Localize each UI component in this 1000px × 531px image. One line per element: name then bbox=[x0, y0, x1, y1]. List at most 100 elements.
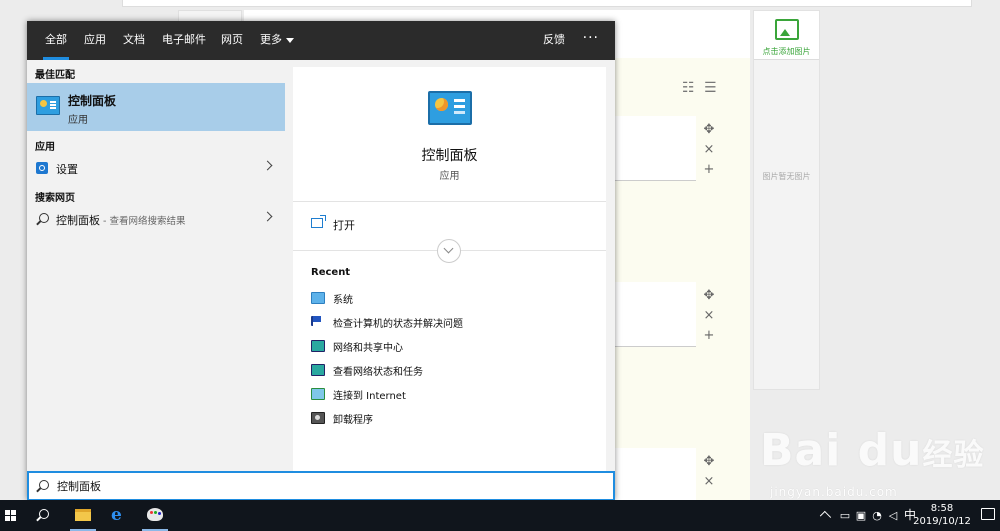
web-heading: 搜索网页 bbox=[35, 193, 75, 204]
results-list: 最佳匹配 控制面板 应用 应用 设置 搜索网页 控制面板 - 查看网络搜索结果 bbox=[27, 60, 285, 500]
folder-icon bbox=[75, 509, 91, 521]
add-image-label: 点击添加图片 bbox=[762, 47, 811, 56]
no-image-text: 图片暂无图片 bbox=[762, 172, 811, 181]
ordered-list-icon[interactable]: ☷ bbox=[682, 80, 695, 96]
add-step-icon[interactable]: + bbox=[700, 328, 718, 343]
web-result-query: 控制面板 bbox=[56, 214, 100, 227]
taskbar-search-button[interactable] bbox=[32, 500, 58, 531]
start-search-panel: 全部 应用 文档 电子邮件 网页 更多 反馈 ··· 最佳匹配 控制面板 应用 … bbox=[27, 21, 615, 500]
app-item-label: 设置 bbox=[56, 163, 78, 176]
tab-apps[interactable]: 应用 bbox=[84, 21, 106, 60]
monitor-icon bbox=[311, 292, 325, 304]
recent-item[interactable]: 连接到 Internet bbox=[311, 385, 601, 405]
action-center-icon[interactable] bbox=[981, 508, 995, 520]
delete-step-icon[interactable]: × bbox=[700, 474, 718, 489]
gear-icon bbox=[36, 162, 48, 174]
network-icon bbox=[311, 364, 325, 376]
open-button[interactable]: 打开 bbox=[333, 217, 355, 233]
detail-title: 控制面板 bbox=[421, 148, 478, 164]
start-button[interactable] bbox=[0, 500, 28, 531]
paint-icon bbox=[147, 508, 163, 521]
windows-logo-icon bbox=[5, 510, 17, 522]
image-panel: 点击添加图片 图片暂无图片 bbox=[753, 10, 820, 390]
recent-item[interactable]: 卸载程序 bbox=[311, 409, 601, 429]
chevron-right-icon[interactable] bbox=[262, 211, 273, 222]
edge-icon: e bbox=[111, 505, 122, 525]
chevron-up-icon[interactable] bbox=[819, 510, 832, 523]
image-icon bbox=[774, 19, 799, 40]
step-card bbox=[606, 448, 696, 501]
expand-button[interactable] bbox=[437, 239, 461, 263]
tab-more[interactable]: 更多 bbox=[260, 21, 294, 60]
recent-item-label: 网络和共享中心 bbox=[333, 343, 403, 354]
paint-app-button[interactable] bbox=[138, 500, 172, 531]
recent-item-label: 查看网络状态和任务 bbox=[333, 367, 423, 378]
watermark-url: jingyan.baidu.com bbox=[770, 485, 898, 499]
control-panel-icon bbox=[428, 91, 472, 125]
recent-item-label: 系统 bbox=[333, 295, 353, 306]
recent-item[interactable]: 检查计算机的状态并解决问题 bbox=[311, 313, 601, 333]
tab-email[interactable]: 电子邮件 bbox=[162, 21, 206, 60]
chevron-down-icon bbox=[286, 37, 294, 43]
recent-item-label: 卸载程序 bbox=[333, 415, 373, 426]
recent-item[interactable]: 查看网络状态和任务 bbox=[311, 361, 601, 381]
step-card bbox=[606, 282, 696, 347]
wifi-icon[interactable]: ◔ bbox=[870, 500, 884, 531]
taskbar: e ▭ ▣ ◔ ◁ 中 8:58 2019/10/12 bbox=[0, 500, 1000, 531]
globe-icon bbox=[311, 388, 325, 400]
search-input[interactable] bbox=[57, 476, 597, 496]
feedback-button[interactable]: 反馈 bbox=[543, 21, 565, 58]
search-box[interactable] bbox=[27, 471, 615, 501]
recent-item[interactable]: 网络和共享中心 bbox=[311, 337, 601, 357]
detail-subtitle: 应用 bbox=[439, 171, 460, 182]
notification-app-icon[interactable]: ▣ bbox=[854, 500, 868, 531]
tab-more-label: 更多 bbox=[260, 33, 282, 46]
delete-step-icon[interactable]: × bbox=[700, 142, 718, 157]
delete-step-icon[interactable]: × bbox=[700, 308, 718, 323]
add-step-icon[interactable]: + bbox=[700, 162, 718, 177]
web-result-label: 控制面板 - 查看网络搜索结果 bbox=[56, 212, 185, 228]
step-card bbox=[606, 116, 696, 181]
network-icon bbox=[311, 340, 325, 352]
clock-date: 2019/10/12 bbox=[913, 516, 971, 527]
open-icon bbox=[311, 215, 326, 228]
best-match-item[interactable]: 控制面板 应用 bbox=[27, 83, 285, 131]
tab-documents[interactable]: 文档 bbox=[123, 21, 145, 60]
file-explorer-button[interactable] bbox=[66, 500, 100, 531]
recent-item[interactable]: 系统 bbox=[311, 289, 601, 309]
move-step-icon[interactable]: ✥ bbox=[700, 288, 718, 303]
tab-web[interactable]: 网页 bbox=[221, 21, 243, 60]
apps-heading: 应用 bbox=[35, 142, 55, 153]
search-icon bbox=[39, 213, 49, 223]
flag-icon bbox=[311, 316, 325, 326]
edge-browser-button[interactable]: e bbox=[102, 500, 136, 531]
tab-all[interactable]: 全部 bbox=[43, 21, 69, 60]
best-match-subtitle: 应用 bbox=[68, 115, 88, 126]
web-result-hint: - 查看网络搜索结果 bbox=[100, 216, 186, 227]
chevron-right-icon[interactable] bbox=[262, 160, 273, 171]
divider bbox=[293, 201, 606, 202]
recent-heading: Recent bbox=[311, 267, 351, 278]
unordered-list-icon[interactable]: ☰ bbox=[704, 80, 717, 96]
best-match-title: 控制面板 bbox=[68, 94, 117, 108]
result-detail-pane: 控制面板 应用 打开 Recent 系统 检查计算机的状态并解决问题 网络和共享… bbox=[293, 67, 606, 500]
best-match-heading: 最佳匹配 bbox=[35, 70, 75, 81]
background-top-bar bbox=[122, 0, 972, 7]
clock[interactable]: 8:58 2019/10/12 bbox=[912, 502, 972, 528]
web-result-item[interactable]: 控制面板 - 查看网络搜索结果 bbox=[27, 208, 285, 232]
move-step-icon[interactable]: ✥ bbox=[700, 454, 718, 469]
disc-icon bbox=[311, 412, 325, 424]
clock-time: 8:58 bbox=[930, 503, 954, 514]
battery-icon[interactable]: ▭ bbox=[838, 500, 852, 531]
move-step-icon[interactable]: ✥ bbox=[700, 122, 718, 137]
control-panel-icon bbox=[36, 96, 60, 115]
search-icon bbox=[39, 509, 49, 519]
baidu-watermark: Bai du经验 bbox=[760, 425, 984, 476]
add-image-button[interactable]: 点击添加图片 bbox=[754, 11, 819, 60]
recent-item-label: 检查计算机的状态并解决问题 bbox=[333, 319, 463, 330]
app-item-settings[interactable]: 设置 bbox=[27, 157, 285, 181]
volume-icon[interactable]: ◁ bbox=[886, 500, 900, 531]
more-options-button[interactable]: ··· bbox=[583, 21, 599, 55]
search-icon bbox=[39, 480, 49, 490]
watermark-brand: Bai du bbox=[760, 425, 923, 476]
